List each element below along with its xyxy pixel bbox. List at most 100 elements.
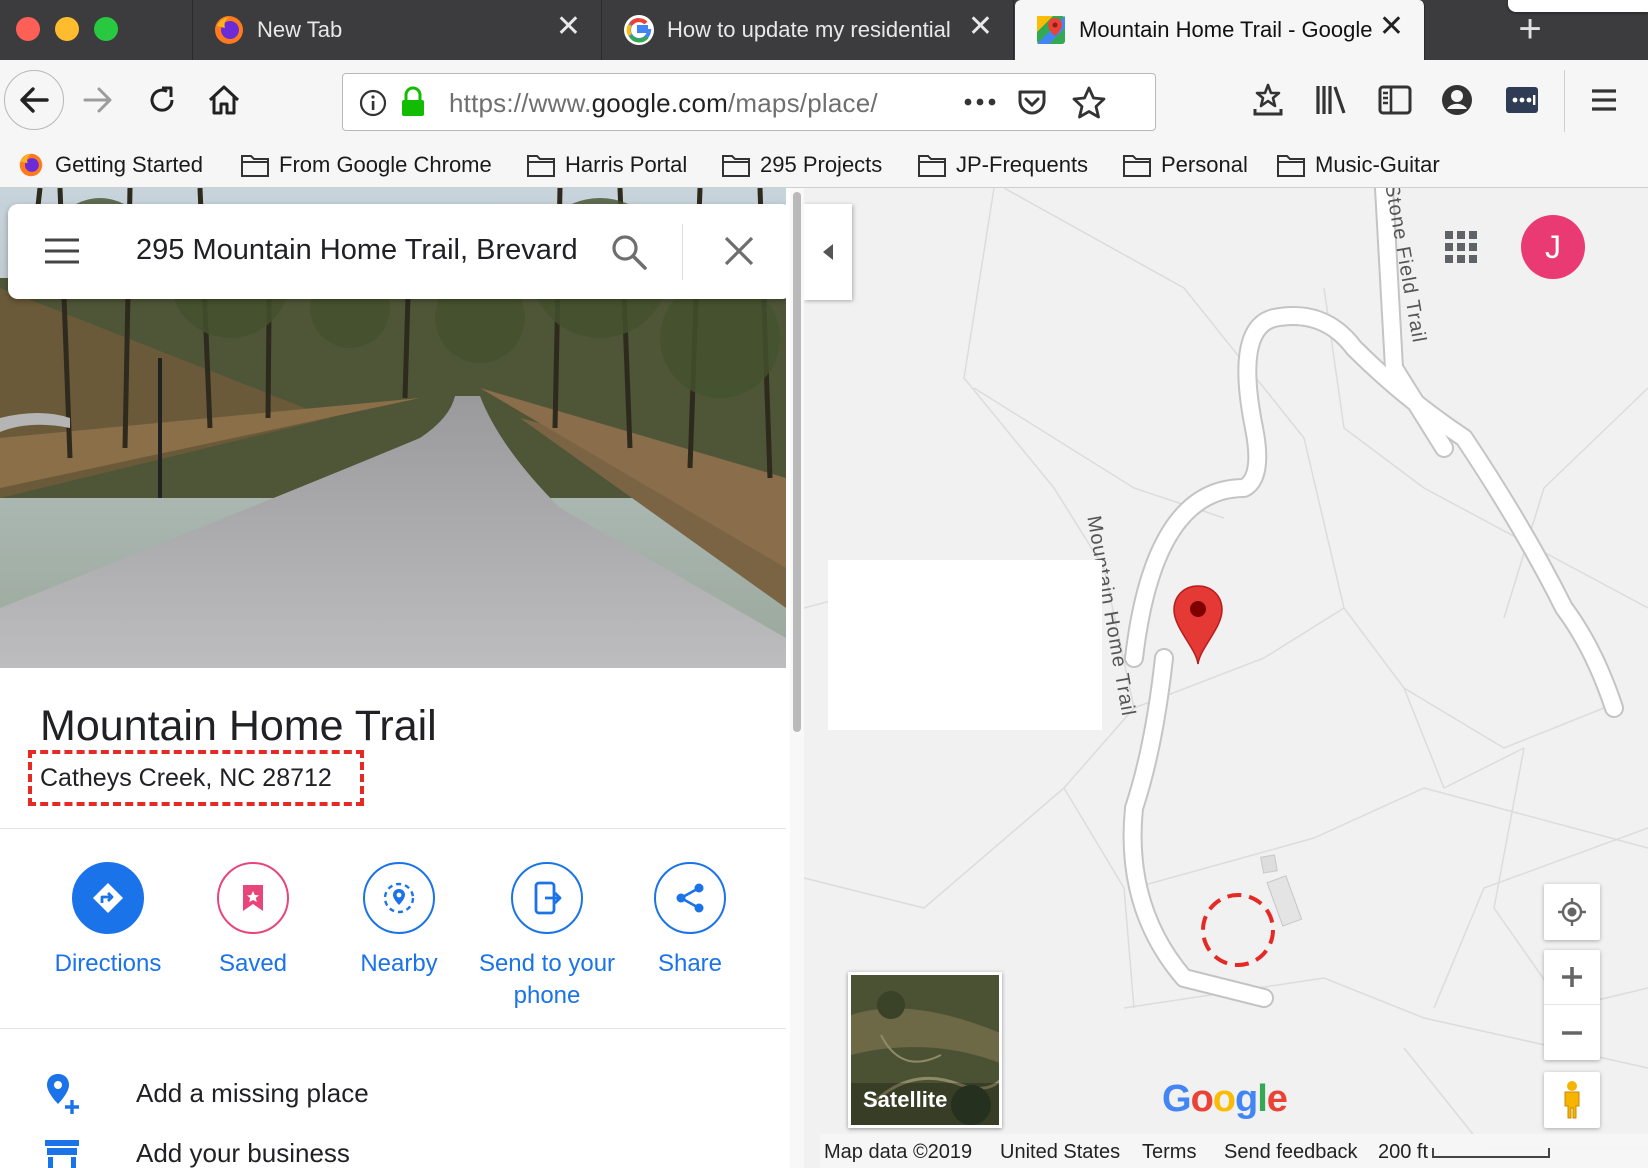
bookmark-folder[interactable]: 295 Projects bbox=[721, 148, 882, 182]
hamburger-menu-icon[interactable] bbox=[43, 236, 81, 266]
minus-icon bbox=[1562, 1030, 1582, 1035]
back-button[interactable] bbox=[4, 70, 64, 130]
saved-button[interactable]: Saved bbox=[183, 862, 323, 980]
downloads-button[interactable] bbox=[1240, 72, 1296, 128]
google-maps-icon bbox=[1037, 16, 1065, 44]
directions-icon bbox=[72, 862, 144, 934]
sidebar-icon bbox=[1378, 85, 1412, 115]
bookmark-folder[interactable]: Harris Portal bbox=[526, 148, 687, 182]
account-icon bbox=[1442, 85, 1472, 115]
bookmarks-toolbar: Getting Started From Google Chrome Harri… bbox=[0, 142, 1648, 188]
search-icon[interactable] bbox=[609, 232, 649, 272]
region-link[interactable]: United States bbox=[1000, 1141, 1120, 1164]
account-button[interactable] bbox=[1429, 72, 1485, 128]
downloads-icon bbox=[1253, 83, 1283, 116]
google-logo: Google bbox=[1162, 1078, 1288, 1120]
add-place-icon bbox=[47, 1074, 79, 1114]
new-tab-button[interactable]: + bbox=[1505, 6, 1555, 54]
bookmark-star-icon[interactable] bbox=[1071, 85, 1107, 121]
avatar[interactable]: J bbox=[1521, 215, 1585, 279]
tab-new-tab[interactable]: New Tab ✕ bbox=[192, 0, 602, 60]
scale-label[interactable]: 200 ft bbox=[1378, 1141, 1428, 1164]
password-manager-icon bbox=[1506, 87, 1538, 113]
pegman-button[interactable] bbox=[1544, 1072, 1600, 1128]
hamburger-menu-icon bbox=[1592, 89, 1616, 111]
url-text[interactable]: https://www.google.com/maps/place/ bbox=[449, 88, 929, 119]
map-canvas[interactable]: Mountain Home Trail Stone Field Trail J bbox=[804, 188, 1648, 1168]
close-window-button[interactable] bbox=[16, 17, 40, 41]
search-box: 295 Mountain Home Trail, Brevard bbox=[8, 204, 786, 299]
home-icon bbox=[208, 85, 240, 115]
panel-scrollbar[interactable] bbox=[790, 188, 804, 1168]
tab-strip: New Tab ✕ How to update my residential ✕ bbox=[0, 0, 1648, 60]
search-input[interactable]: 295 Mountain Home Trail, Brevard bbox=[136, 234, 588, 267]
directions-button[interactable]: Directions bbox=[38, 862, 178, 980]
location-pin[interactable] bbox=[1173, 585, 1223, 665]
pocket-icon[interactable] bbox=[1015, 86, 1049, 120]
tab-google-maps[interactable]: Mountain Home Trail - Google ✕ bbox=[1015, 0, 1425, 60]
collapse-panel-button[interactable] bbox=[804, 204, 852, 300]
share-button[interactable]: Share bbox=[620, 862, 760, 980]
zoom-out-button[interactable] bbox=[1544, 1005, 1600, 1060]
reload-icon bbox=[150, 86, 174, 112]
bookmark-folder[interactable]: From Google Chrome bbox=[240, 148, 492, 182]
info-icon[interactable] bbox=[359, 89, 387, 117]
pegman-icon bbox=[1564, 1081, 1580, 1119]
tab-title: How to update my residential bbox=[667, 17, 951, 42]
tab-close-icon[interactable]: ✕ bbox=[556, 12, 581, 42]
tab-close-icon[interactable]: ✕ bbox=[968, 12, 993, 42]
forward-arrow-icon bbox=[83, 87, 112, 113]
satellite-toggle[interactable]: Satellite bbox=[848, 972, 1002, 1128]
bookmark-folder[interactable]: Music-Guitar bbox=[1276, 148, 1440, 182]
folder-icon bbox=[527, 155, 555, 177]
place-panel: 295 Mountain Home Trail, Brevard Mountai… bbox=[0, 188, 786, 1168]
my-location-icon bbox=[1558, 898, 1586, 926]
reload-button[interactable] bbox=[134, 72, 190, 128]
home-button[interactable] bbox=[196, 72, 252, 128]
firefox-icon bbox=[215, 16, 243, 44]
add-business-item[interactable]: Add your business bbox=[0, 1128, 786, 1168]
menu-button[interactable] bbox=[1576, 72, 1632, 128]
add-missing-place-item[interactable]: Add a missing place bbox=[0, 1068, 786, 1118]
tab-help-article[interactable]: How to update my residential ✕ bbox=[603, 0, 1014, 60]
folder-icon bbox=[918, 155, 946, 177]
place-title: Mountain Home Trail bbox=[40, 702, 437, 750]
close-icon[interactable] bbox=[722, 234, 756, 268]
folder-icon bbox=[241, 155, 269, 177]
highlight-annotation bbox=[28, 750, 364, 806]
tab-close-icon[interactable]: ✕ bbox=[1379, 12, 1404, 42]
lock-icon bbox=[402, 86, 424, 116]
apps-grid-icon[interactable] bbox=[1444, 230, 1478, 264]
sidebar-button[interactable] bbox=[1367, 72, 1423, 128]
zoom-control bbox=[1544, 950, 1600, 1060]
library-button[interactable] bbox=[1303, 72, 1359, 128]
terms-link[interactable]: Terms bbox=[1142, 1141, 1196, 1164]
zoom-in-button[interactable] bbox=[1544, 950, 1600, 1005]
send-to-phone-button[interactable]: Send to your phone bbox=[474, 862, 620, 1012]
folder-icon bbox=[722, 155, 750, 177]
send-feedback-link[interactable]: Send feedback bbox=[1224, 1141, 1357, 1164]
maximize-window-button[interactable] bbox=[94, 17, 118, 41]
page-actions-icon[interactable] bbox=[963, 96, 997, 108]
minimize-window-button[interactable] bbox=[55, 17, 79, 41]
navigation-toolbar: https://www.google.com/maps/place/ bbox=[0, 60, 1648, 142]
scrollbar-thumb[interactable] bbox=[793, 192, 801, 732]
bookmark-folder[interactable]: JP-Frequents bbox=[917, 148, 1088, 182]
nearby-button[interactable]: Nearby bbox=[329, 862, 469, 980]
browser-window: New Tab ✕ How to update my residential ✕ bbox=[0, 0, 1648, 1168]
my-location-button[interactable] bbox=[1544, 884, 1600, 940]
search-divider bbox=[682, 224, 683, 280]
folder-icon bbox=[1277, 155, 1305, 177]
map-data-credit: Map data ©2019 bbox=[824, 1141, 973, 1163]
toolbar-separator bbox=[1564, 70, 1565, 132]
firefox-icon bbox=[19, 153, 43, 177]
tab-title: New Tab bbox=[257, 17, 343, 42]
google-g-icon bbox=[624, 15, 654, 45]
extension-button[interactable] bbox=[1494, 72, 1550, 128]
share-icon bbox=[654, 862, 726, 934]
scale-bar bbox=[1432, 1148, 1550, 1158]
address-bar[interactable]: https://www.google.com/maps/place/ bbox=[342, 73, 1156, 131]
bookmark-folder[interactable]: Personal bbox=[1122, 148, 1248, 182]
bookmark-getting-started[interactable]: Getting Started bbox=[16, 148, 203, 182]
forward-button[interactable] bbox=[70, 72, 126, 128]
